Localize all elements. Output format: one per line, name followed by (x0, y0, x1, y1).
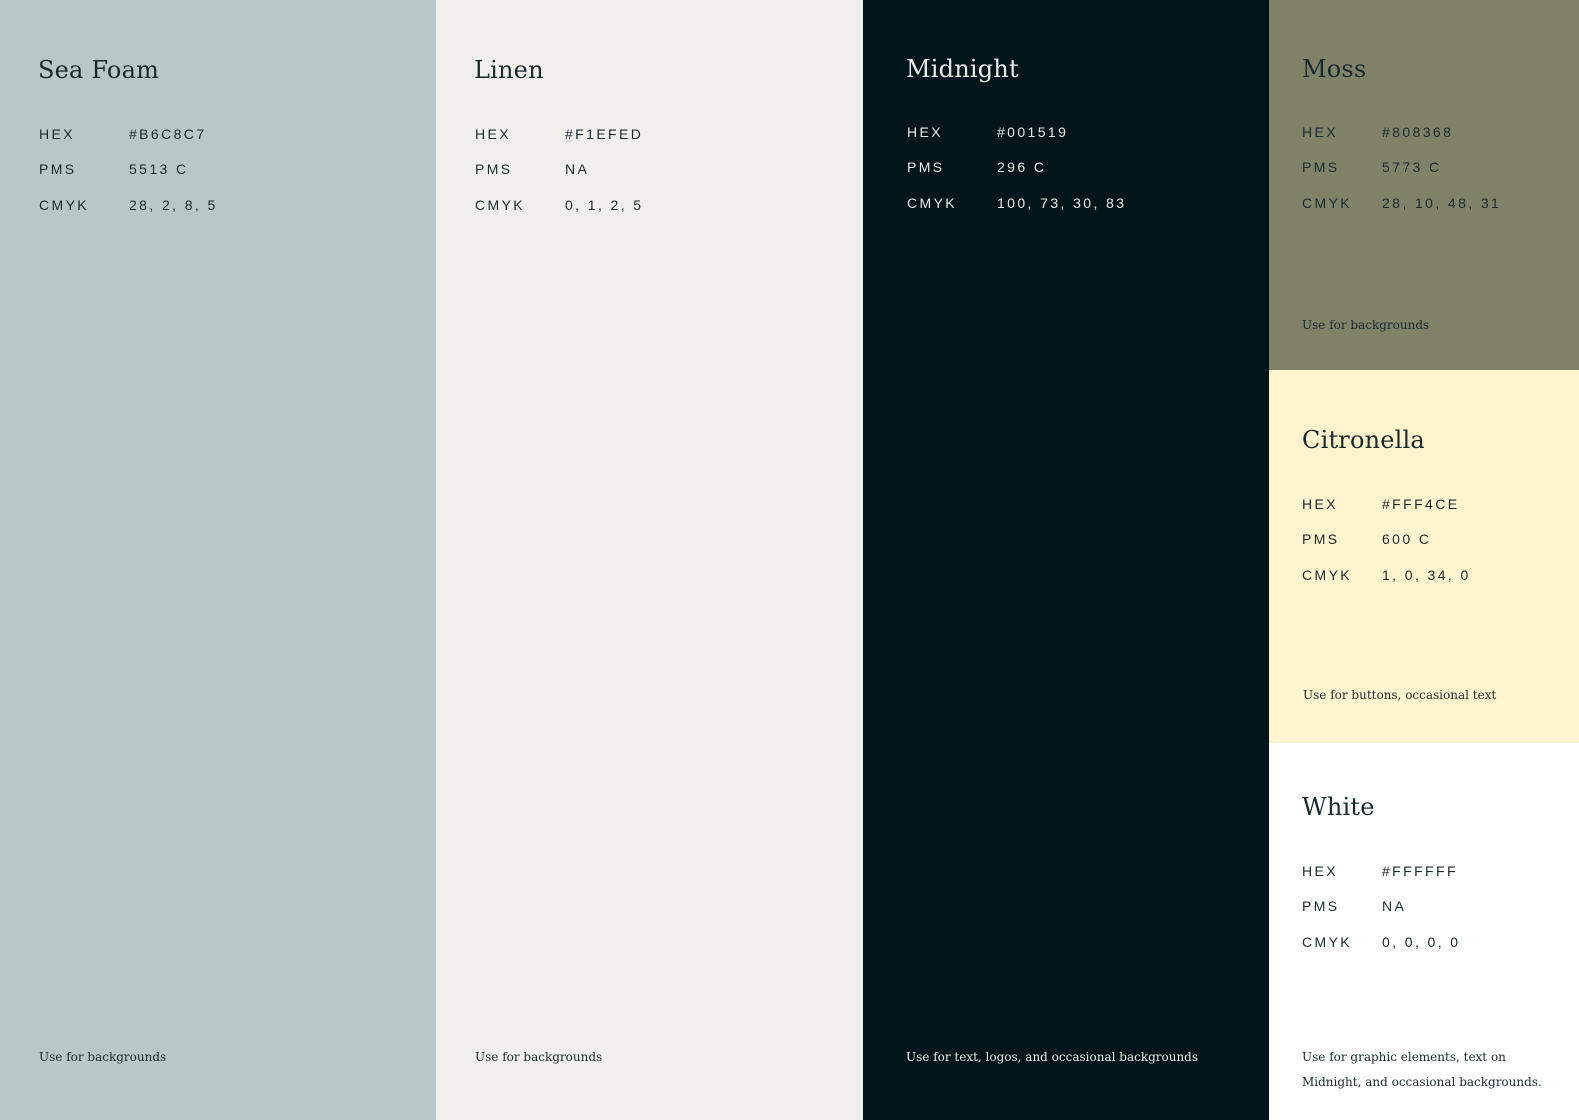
usage-note: Use for backgrounds (475, 1050, 603, 1064)
cmyk-value: 28, 2, 8, 5 (129, 196, 218, 213)
spec-row-cmyk: CMYK 100, 73, 30, 83 (907, 185, 1126, 221)
spec-label: CMYK (1302, 194, 1353, 211)
spec-label: HEX (907, 123, 943, 140)
spec-label: PMS (907, 159, 945, 176)
spec-row-hex: HEX #F1EFED (475, 116, 643, 152)
usage-note: Use for text, logos, and occasional back… (906, 1050, 1199, 1064)
cmyk-value: 100, 73, 30, 83 (997, 194, 1127, 211)
spec-row-cmyk: CMYK 28, 2, 8, 5 (39, 187, 218, 223)
spec-row-pms: PMS 296 C (907, 150, 1126, 186)
spec-label: CMYK (475, 196, 526, 213)
spec-list: HEX #B6C8C7 PMS 5513 C CMYK 28, 2, 8, 5 (39, 116, 218, 223)
swatch-name: Linen (474, 56, 544, 84)
cmyk-value: 0, 1, 2, 5 (565, 196, 644, 213)
spec-label: CMYK (39, 196, 90, 213)
spec-label: CMYK (907, 194, 958, 211)
spec-row-cmyk: CMYK 28, 10, 48, 31 (1302, 185, 1501, 221)
spec-row-pms: PMS NA (1302, 889, 1460, 925)
spec-row-pms: PMS NA (475, 152, 643, 188)
swatch-midnight: Midnight HEX #001519 PMS 296 C CMYK 100,… (863, 0, 1269, 1120)
hex-value: #FFF4CE (1382, 495, 1460, 512)
spec-row-cmyk: CMYK 0, 0, 0, 0 (1302, 924, 1460, 960)
spec-list: HEX #808368 PMS 5773 C CMYK 28, 10, 48, … (1302, 114, 1501, 221)
spec-label: PMS (1302, 898, 1340, 915)
pms-value: 600 C (1382, 531, 1432, 548)
spec-label: HEX (1302, 123, 1338, 140)
spec-list: HEX #001519 PMS 296 C CMYK 100, 73, 30, … (907, 114, 1126, 221)
spec-label: CMYK (1302, 566, 1353, 583)
hex-value: #FFFFFF (1382, 862, 1458, 879)
spec-label: HEX (1302, 862, 1338, 879)
cmyk-value: 1, 0, 34, 0 (1382, 566, 1471, 583)
spec-list: HEX #FFF4CE PMS 600 C CMYK 1, 0, 34, 0 (1302, 486, 1471, 593)
spec-row-hex: HEX #B6C8C7 (39, 116, 218, 152)
spec-label: PMS (1302, 159, 1340, 176)
swatch-citronella: Citronella HEX #FFF4CE PMS 600 C CMYK 1,… (1269, 370, 1579, 743)
spec-row-pms: PMS 5773 C (1302, 150, 1501, 186)
spec-label: CMYK (1302, 933, 1353, 950)
pms-value: NA (565, 161, 590, 178)
spec-label: PMS (39, 161, 77, 178)
swatch-name: Midnight (906, 55, 1019, 83)
spec-label: HEX (39, 125, 75, 142)
swatch-name: Sea Foam (38, 56, 160, 84)
pms-value: 296 C (997, 159, 1047, 176)
cmyk-value: 0, 0, 0, 0 (1382, 933, 1461, 950)
spec-list: HEX #FFFFFF PMS NA CMYK 0, 0, 0, 0 (1302, 853, 1460, 960)
pms-value: NA (1382, 898, 1407, 915)
usage-note: Use for graphic elements, text on Midnig… (1302, 1045, 1542, 1095)
cmyk-value: 28, 10, 48, 31 (1382, 194, 1502, 211)
spec-row-hex: HEX #001519 (907, 114, 1126, 150)
spec-row-pms: PMS 5513 C (39, 152, 218, 188)
spec-row-cmyk: CMYK 1, 0, 34, 0 (1302, 557, 1471, 593)
usage-line: Midnight, and occasional backgrounds. (1302, 1075, 1542, 1089)
hex-value: #808368 (1382, 123, 1454, 140)
usage-note: Use for buttons, occasional text (1303, 688, 1497, 702)
swatch-name: White (1302, 793, 1375, 821)
swatch-name: Moss (1302, 55, 1367, 83)
spec-row-pms: PMS 600 C (1302, 522, 1471, 558)
usage-note: Use for backgrounds (1302, 318, 1430, 332)
pms-value: 5773 C (1382, 159, 1442, 176)
swatch-white: White HEX #FFFFFF PMS NA CMYK 0, 0, 0, 0… (1269, 743, 1579, 1120)
spec-label: HEX (1302, 495, 1338, 512)
hex-value: #B6C8C7 (129, 125, 207, 142)
swatch-name: Citronella (1302, 426, 1425, 454)
pms-value: 5513 C (129, 161, 189, 178)
spec-row-cmyk: CMYK 0, 1, 2, 5 (475, 187, 643, 223)
spec-list: HEX #F1EFED PMS NA CMYK 0, 1, 2, 5 (475, 116, 643, 223)
spec-row-hex: HEX #FFFFFF (1302, 853, 1460, 889)
usage-line: Use for graphic elements, text on (1302, 1050, 1506, 1064)
spec-row-hex: HEX #808368 (1302, 114, 1501, 150)
spec-label: PMS (1302, 531, 1340, 548)
usage-note: Use for backgrounds (39, 1050, 167, 1064)
hex-value: #F1EFED (565, 125, 644, 142)
swatch-linen: Linen HEX #F1EFED PMS NA CMYK 0, 1, 2, 5… (436, 0, 863, 1120)
hex-value: #001519 (997, 123, 1069, 140)
swatch-sea-foam: Sea Foam HEX #B6C8C7 PMS 5513 C CMYK 28,… (0, 0, 436, 1120)
swatch-moss: Moss HEX #808368 PMS 5773 C CMYK 28, 10,… (1269, 0, 1579, 370)
spec-label: PMS (475, 161, 513, 178)
spec-label: HEX (475, 125, 511, 142)
spec-row-hex: HEX #FFF4CE (1302, 486, 1471, 522)
